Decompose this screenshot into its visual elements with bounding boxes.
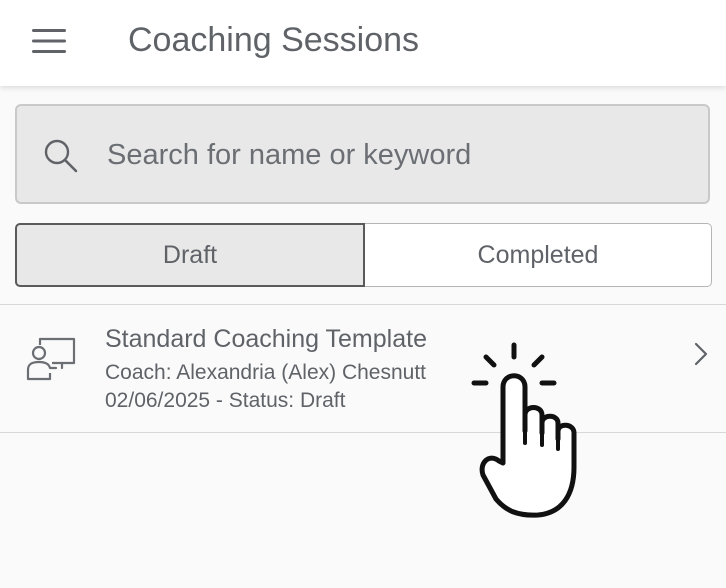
session-date-status: 02/06/2025 - Status: Draft <box>105 389 346 412</box>
page-title: Coaching Sessions <box>128 21 420 59</box>
search-icon <box>41 136 81 176</box>
tab-draft-label: Draft <box>162 240 218 269</box>
tab-draft[interactable]: Draft <box>15 223 365 287</box>
app-header: Coaching Sessions <box>0 0 726 86</box>
search-input[interactable] <box>105 132 689 178</box>
menu-button[interactable] <box>30 26 68 56</box>
list-bottom-divider <box>0 432 726 433</box>
app-screen: Coaching Sessions Draft Completed <box>0 0 726 588</box>
tap-hand-icon <box>466 335 586 525</box>
hamburger-menu-icon <box>32 29 66 53</box>
session-list-item[interactable]: Standard Coaching Template Coach: Alexan… <box>0 305 726 432</box>
session-title: Standard Coaching Template <box>105 325 427 353</box>
tab-completed[interactable]: Completed <box>365 223 712 287</box>
status-segmented-control: Draft Completed <box>15 223 712 287</box>
tab-completed-label: Completed <box>477 240 599 269</box>
session-coach: Coach: Alexandria (Alex) Chesnutt <box>105 361 426 384</box>
search-bar[interactable] <box>15 104 710 204</box>
chevron-right-icon <box>691 341 711 367</box>
presentation-coaching-icon <box>26 335 78 381</box>
